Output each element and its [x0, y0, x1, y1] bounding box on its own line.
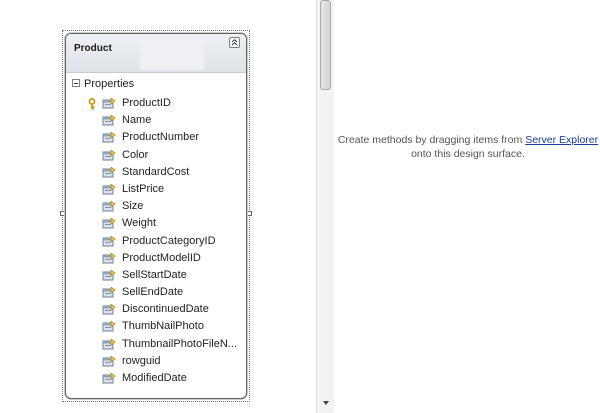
property-icon: [102, 303, 116, 316]
collapse-minus-icon[interactable]: [72, 79, 80, 87]
property-name: ProductModelID: [122, 251, 201, 264]
scrollbar-thumb[interactable]: [320, 0, 331, 90]
key-icon: [88, 98, 98, 110]
property-name: ThumbNailPhoto: [122, 320, 204, 333]
property-name: ModifiedDate: [122, 372, 187, 384]
methods-pane-hint: Create methods by dragging items from Se…: [336, 133, 600, 161]
property-icon: [102, 269, 116, 282]
scroll-down-arrow-icon[interactable]: [321, 398, 331, 408]
property-icon: [102, 166, 116, 179]
property-icon: [102, 372, 116, 385]
property-name: ThumbnailPhotoFileN...: [122, 337, 237, 350]
property-name: ProductNumber: [122, 131, 200, 144]
property-icon: [102, 183, 116, 196]
property-name: ProductID: [122, 97, 171, 109]
property-name: StandardCost: [122, 165, 190, 178]
section-label: Properties: [84, 78, 135, 90]
property-name: DiscontinuedDate: [122, 303, 209, 316]
property-icon: [102, 320, 116, 333]
properties-section-header[interactable]: Properties: [72, 78, 134, 90]
property-name: Size: [122, 200, 144, 213]
property-icon: [102, 286, 116, 299]
property-icon: [102, 97, 116, 110]
property-name: rowguid: [122, 354, 161, 367]
property-name: ListPrice: [122, 182, 165, 195]
header-highlight: [140, 36, 204, 70]
property-icon: [102, 148, 116, 162]
property-name: ProductCategoryID: [122, 234, 216, 247]
property-name: Name: [122, 114, 152, 127]
entity-product[interactable]: Product Properties ProductID Name ProductN…: [65, 33, 247, 399]
property-icon: [102, 355, 116, 368]
property-name: SellEndDate: [122, 286, 184, 299]
property-icon: [102, 217, 116, 230]
property-icon: [102, 338, 116, 351]
hint-text-before: Create methods by dragging items from: [337, 134, 526, 146]
property-name: SellStartDate: [122, 268, 187, 281]
resize-handle-right[interactable]: [247, 211, 252, 216]
property-icon: [102, 114, 116, 127]
entity-title: Product: [74, 43, 112, 54]
property-icon: [102, 234, 116, 248]
vertical-scrollbar[interactable]: [316, 0, 334, 413]
property-icon: [102, 131, 116, 144]
entity-design-surface[interactable]: Product Properties ProductID Name ProductN…: [0, 0, 316, 413]
property-name: Weight: [122, 217, 157, 230]
hint-text-after: onto this design surface.: [411, 148, 525, 160]
property-name: Color: [122, 148, 149, 161]
collapse-up-icon[interactable]: [229, 37, 240, 48]
property-icon: [102, 200, 116, 213]
property-icon: [102, 252, 116, 265]
entity-header[interactable]: Product: [66, 34, 246, 73]
server-explorer-link[interactable]: Server Explorer: [525, 134, 598, 146]
